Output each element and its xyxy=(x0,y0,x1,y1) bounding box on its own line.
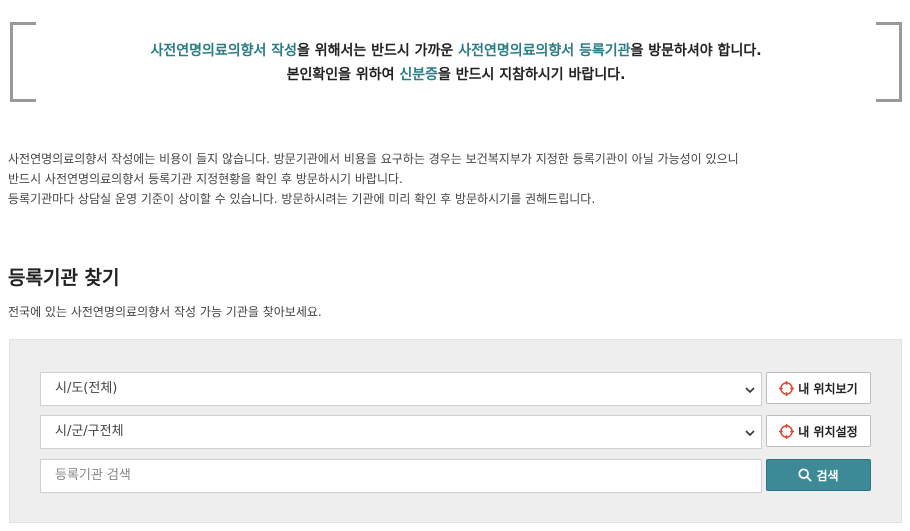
institution-search-input[interactable]: 등록기관 검색 xyxy=(40,459,762,493)
search-icon xyxy=(798,468,813,482)
section-description: 전국에 있는 사전연명의료의향서 작성 가능 기관을 찾아보세요. xyxy=(8,305,322,319)
notice-highlight-institution: 사전연명의료의향서 등록기관 xyxy=(458,43,631,59)
search-placeholder: 등록기관 검색 xyxy=(55,468,131,483)
notice-highlight-writing: 사전연명의료의향서 작성 xyxy=(150,43,298,59)
district-select[interactable]: 시/군/구전체 xyxy=(40,415,762,449)
notice-line-1: 사전연명의료의향서 작성을 위해서는 반드시 가까운 사전연명의료의향서 등록기… xyxy=(150,43,762,59)
chevron-down-icon xyxy=(745,387,755,394)
region-select[interactable]: 시/도(전체) xyxy=(40,372,762,406)
info-line: 반드시 사전연명의료의향서 등록기관 지정현황을 확인 후 방문하시기 바랍니다… xyxy=(8,172,403,186)
info-line: 등록기관마다 상담실 운영 기준이 상이할 수 있습니다. 방문하시려는 기관에… xyxy=(8,192,596,206)
notice-line-2: 본인확인을 위하여 신분증을 반드시 지참하시기 바랍니다. xyxy=(286,67,626,83)
info-text: 사전연명의료의향서 작성에는 비용이 들지 않습니다. 방문기관에서 비용을 요… xyxy=(8,149,739,209)
chevron-down-icon xyxy=(745,430,755,437)
notice-text: 사전연명의료의향서 작성을 위해서는 반드시 가까운 사전연명의료의향서 등록기… xyxy=(10,39,902,87)
search-panel: 시/도(전체) 내 위치보기 시/군/구전체 내 위치설정 등록기관 검색 검색 xyxy=(9,339,902,523)
notice-highlight-id: 신분증 xyxy=(399,67,439,83)
notice-box: 사전연명의료의향서 작성을 위해서는 반드시 가까운 사전연명의료의향서 등록기… xyxy=(10,22,902,102)
my-location-label: 내 위치보기 xyxy=(798,381,858,396)
set-location-label: 내 위치설정 xyxy=(798,424,858,439)
district-select-value: 시/군/구전체 xyxy=(55,424,124,439)
location-target-icon xyxy=(779,380,795,396)
set-location-button[interactable]: 내 위치설정 xyxy=(766,415,871,447)
info-line: 사전연명의료의향서 작성에는 비용이 들지 않습니다. 방문기관에서 비용을 요… xyxy=(8,152,739,166)
search-button[interactable]: 검색 xyxy=(766,459,871,491)
search-button-label: 검색 xyxy=(816,468,839,483)
location-target-icon xyxy=(779,423,795,439)
section-title: 등록기관 찾기 xyxy=(8,267,120,289)
my-location-button[interactable]: 내 위치보기 xyxy=(766,372,871,404)
region-select-value: 시/도(전체) xyxy=(55,381,118,396)
